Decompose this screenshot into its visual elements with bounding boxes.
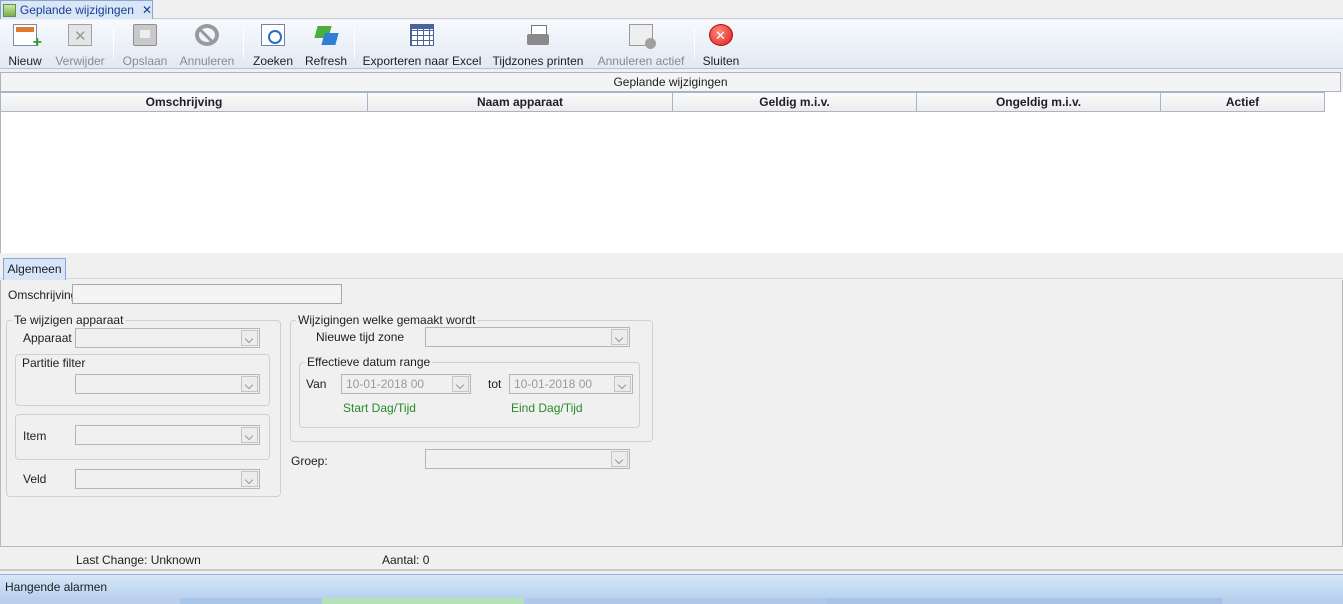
- refresh-button[interactable]: Refresh: [304, 22, 348, 68]
- toolbar-separator: [243, 28, 244, 58]
- te-wijzigen-apparaat-title: Te wijzigen apparaat: [12, 313, 126, 327]
- effectieve-datum-range-title: Effectieve datum range: [305, 355, 433, 369]
- save-icon: [133, 24, 157, 46]
- chevron-down-icon: [614, 376, 631, 392]
- tab-algemeen[interactable]: Algemeen: [3, 258, 66, 280]
- last-change-text: Last Change: Unknown: [76, 553, 201, 567]
- search-icon: [261, 24, 285, 46]
- document-tab-strip: Geplande wijzigingen ✕: [0, 0, 1343, 19]
- detail-tab-strip: Algemeen: [0, 253, 1343, 280]
- tijdzones-printen-button[interactable]: Tijdzones printen: [490, 22, 586, 68]
- close-tab-icon[interactable]: ✕: [142, 3, 152, 17]
- refresh-label: Refresh: [304, 54, 348, 68]
- sluiten-label: Sluiten: [702, 54, 740, 68]
- nieuwe-tijd-zone-label: Nieuwe tijd zone: [316, 330, 405, 344]
- column-header-actief[interactable]: Actief: [1161, 92, 1325, 112]
- omschrijving-label: Omschrijving: [8, 288, 78, 302]
- document-tab-geplande-wijzigingen[interactable]: Geplande wijzigingen ✕: [0, 0, 153, 19]
- tot-value: 10-01-2018 00: [514, 377, 593, 391]
- chevron-down-icon: [611, 451, 628, 467]
- printer-icon: [526, 24, 550, 46]
- van-datetime-picker[interactable]: 10-01-2018 00: [341, 374, 471, 394]
- groep-select[interactable]: [425, 449, 630, 469]
- start-dag-tijd-label: Start Dag/Tijd: [343, 401, 416, 415]
- new-record-icon: [13, 24, 42, 52]
- column-header-ongeldig[interactable]: Ongeldig m.i.v.: [917, 92, 1161, 112]
- item-label: Item: [23, 429, 47, 443]
- zoeken-button[interactable]: Zoeken: [251, 22, 295, 68]
- status-bar: Last Change: Unknown Aantal: 0: [0, 548, 1343, 571]
- verwijder-button[interactable]: Verwijder: [54, 22, 106, 68]
- chevron-down-icon: [611, 329, 628, 345]
- annuleren-label: Annuleren: [179, 54, 235, 68]
- cancel-active-icon: [629, 24, 656, 49]
- apparaat-select[interactable]: [75, 328, 260, 348]
- chevron-down-icon: [452, 376, 469, 392]
- partitie-filter-select[interactable]: [75, 374, 260, 394]
- effectieve-datum-range-group: [299, 362, 640, 428]
- close-icon: [709, 24, 733, 46]
- toolbar-separator: [694, 28, 695, 58]
- grid-header: Omschrijving Naam apparaat Geldig m.i.v.…: [1, 92, 1325, 112]
- opslaan-label: Opslaan: [122, 54, 168, 68]
- exporteren-label: Exporteren naar Excel: [362, 54, 482, 68]
- verwijder-label: Verwijder: [55, 54, 105, 68]
- chevron-down-icon: [241, 376, 258, 392]
- column-header-naam-apparaat[interactable]: Naam apparaat: [368, 92, 673, 112]
- refresh-icon: [314, 24, 338, 46]
- document-icon: [3, 3, 16, 17]
- chevron-down-icon: [241, 330, 258, 346]
- planned-changes-grid[interactable]: Omschrijving Naam apparaat Geldig m.i.v.…: [0, 92, 1343, 253]
- toolbar-separator: [113, 28, 114, 58]
- chevron-down-icon: [241, 427, 258, 443]
- delete-icon: [68, 24, 92, 46]
- annuleren-actief-label: Annuleren actief: [597, 54, 685, 68]
- toolbar-separator: [354, 28, 355, 58]
- excel-grid-icon: [410, 24, 434, 46]
- tijdzones-printen-label: Tijdzones printen: [492, 54, 584, 68]
- column-header-geldig[interactable]: Geldig m.i.v.: [673, 92, 917, 112]
- detail-panel: Omschrijving Te wijzigen apparaat Appara…: [0, 280, 1343, 547]
- cancel-icon: [195, 24, 219, 46]
- grid-caption: Geplande wijzigingen: [0, 72, 1341, 92]
- tot-datetime-picker[interactable]: 10-01-2018 00: [509, 374, 633, 394]
- toolbar: Nieuw Verwijder Opslaan Annuleren Zoeken…: [0, 20, 1343, 69]
- partitie-filter-label: Partitie filter: [20, 356, 88, 370]
- column-header-omschrijving[interactable]: Omschrijving: [1, 92, 368, 112]
- wijzigingen-title: Wijzigingen welke gemaakt wordt: [296, 313, 478, 327]
- aantal-text: Aantal: 0: [382, 553, 430, 567]
- opslaan-button[interactable]: Opslaan: [121, 22, 169, 68]
- exporteren-naar-excel-button[interactable]: Exporteren naar Excel: [363, 22, 481, 68]
- veld-label: Veld: [23, 472, 47, 486]
- zoeken-label: Zoeken: [252, 54, 294, 68]
- tot-label: tot: [488, 377, 502, 391]
- annuleren-button[interactable]: Annuleren: [178, 22, 236, 68]
- nieuw-button[interactable]: Nieuw: [6, 22, 44, 68]
- groep-label: Groep:: [291, 454, 328, 468]
- annuleren-actief-button[interactable]: Annuleren actief: [595, 22, 687, 68]
- item-select[interactable]: [75, 425, 260, 445]
- veld-select[interactable]: [75, 469, 260, 489]
- document-tab-label: Geplande wijzigingen: [19, 3, 134, 17]
- sluiten-button[interactable]: Sluiten: [700, 22, 742, 68]
- nieuwe-tijd-zone-select[interactable]: [425, 327, 630, 347]
- eind-dag-tijd-label: Eind Dag/Tijd: [511, 401, 583, 415]
- bottom-status-strip: [0, 598, 1343, 604]
- hangende-alarmen-bar[interactable]: Hangende alarmen: [0, 574, 1343, 598]
- chevron-down-icon: [241, 471, 258, 487]
- nieuw-label: Nieuw: [8, 54, 42, 68]
- van-label: Van: [306, 377, 327, 391]
- van-value: 10-01-2018 00: [346, 377, 425, 391]
- omschrijving-input[interactable]: [72, 284, 342, 304]
- apparaat-label: Apparaat: [23, 331, 72, 345]
